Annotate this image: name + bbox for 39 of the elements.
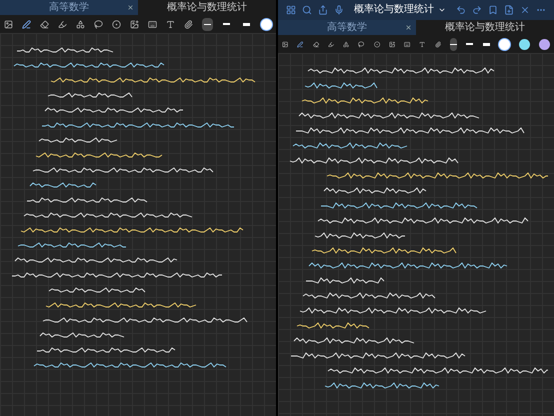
close-tab-icon[interactable] (405, 24, 412, 31)
eraser-icon[interactable] (40, 18, 49, 30)
record-icon[interactable] (374, 38, 380, 50)
lasso-icon[interactable] (358, 38, 364, 50)
pen-icon[interactable] (22, 18, 31, 30)
color-swatch[interactable] (498, 38, 510, 50)
document-tab[interactable]: 概率论与数理统计 (416, 20, 554, 35)
add-image-icon[interactable] (388, 38, 395, 50)
add-image-icon[interactable] (130, 18, 139, 30)
close-tab-icon[interactable] (127, 4, 134, 11)
grid-icon[interactable] (286, 5, 296, 15)
pen-icon[interactable] (297, 38, 304, 50)
search-icon[interactable] (302, 5, 312, 15)
shapes-icon[interactable] (76, 18, 85, 30)
close-icon[interactable] (520, 5, 530, 15)
record-icon[interactable] (112, 18, 121, 30)
image-icon[interactable] (4, 18, 13, 30)
undo-icon[interactable] (456, 5, 466, 15)
chevron-down-icon[interactable] (438, 6, 446, 14)
color-swatch[interactable] (260, 18, 272, 30)
bookmark-icon[interactable] (488, 5, 498, 15)
document-tab[interactable]: 高等数学 (278, 20, 416, 35)
add-page-icon[interactable] (504, 5, 514, 15)
stroke-width-option[interactable] (202, 18, 213, 30)
stroke-width-option[interactable] (450, 38, 458, 50)
color-swatch[interactable] (538, 38, 550, 50)
paperclip-icon[interactable] (184, 18, 193, 30)
highlighter-icon[interactable] (58, 18, 67, 30)
lasso-icon[interactable] (94, 18, 103, 30)
document-tab[interactable]: 高等数学 (0, 0, 138, 15)
keyboard-icon[interactable] (148, 18, 157, 30)
redo-icon[interactable] (472, 5, 482, 15)
document-tab[interactable]: 概率论与数理统计 (138, 0, 276, 15)
color-swatch[interactable] (518, 38, 530, 50)
document-title[interactable]: 概率论与数理统计 (354, 5, 434, 15)
microphone-icon[interactable] (334, 5, 344, 15)
share-icon[interactable] (318, 5, 328, 15)
text-box-icon[interactable] (166, 18, 175, 30)
paperclip-icon[interactable] (434, 38, 441, 50)
